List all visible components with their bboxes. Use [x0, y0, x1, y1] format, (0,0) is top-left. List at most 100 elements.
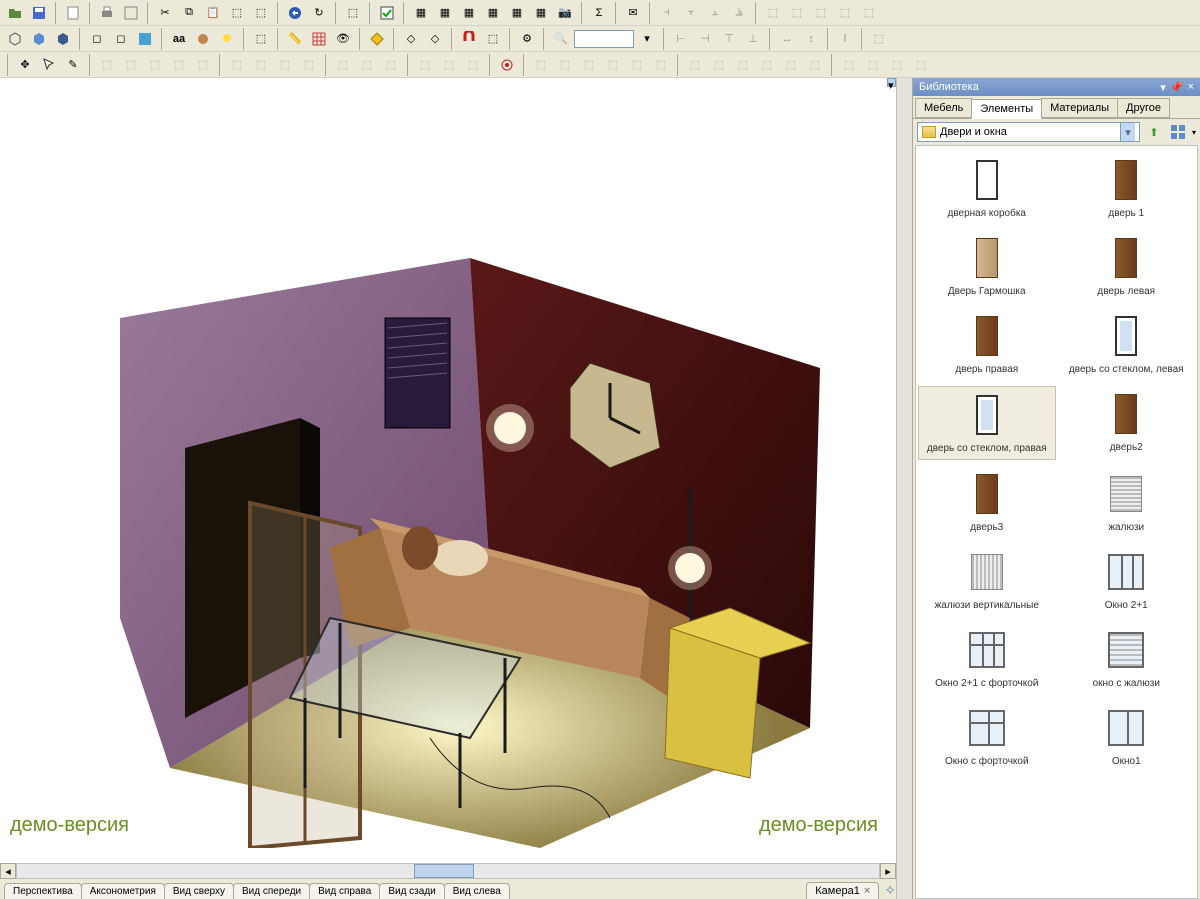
add-tab-icon[interactable]: ✧	[884, 882, 896, 899]
grid-icon[interactable]	[308, 28, 330, 50]
tool-icon[interactable]: ⬚	[298, 54, 320, 76]
up-folder-icon[interactable]: ⬆	[1144, 122, 1164, 142]
sphere-icon[interactable]	[192, 28, 214, 50]
tool-icon[interactable]: ⬚	[684, 54, 706, 76]
redo-icon[interactable]: ↻	[308, 2, 330, 24]
target-icon[interactable]	[496, 54, 518, 76]
magnet-icon[interactable]	[458, 28, 480, 50]
window-icon[interactable]: ▦	[530, 2, 552, 24]
library-item[interactable]: Окно 2+1	[1058, 544, 1196, 616]
tool-icon[interactable]: ⬚	[602, 54, 624, 76]
tool-icon[interactable]: ⬚	[530, 54, 552, 76]
view-tab[interactable]: Вид справа	[309, 883, 380, 899]
snap-icon[interactable]: ◇	[400, 28, 422, 50]
tool-icon[interactable]: ⬚	[756, 54, 778, 76]
ruler-icon[interactable]: 📏	[284, 28, 306, 50]
window-icon[interactable]: ▦	[506, 2, 528, 24]
tool-icon[interactable]: ⬚	[438, 54, 460, 76]
viewport-hscroll[interactable]: ◂ ▸	[0, 863, 896, 879]
tool-icon[interactable]: ⬚	[838, 54, 860, 76]
window-icon[interactable]: ▦	[410, 2, 432, 24]
dim-icon[interactable]: ⊥	[742, 28, 764, 50]
dim-icon[interactable]: ⬚	[868, 28, 890, 50]
dim-icon[interactable]: ↔	[776, 28, 798, 50]
dim-icon[interactable]: ⊢	[670, 28, 692, 50]
view-tab[interactable]: Вид спереди	[233, 883, 310, 899]
camera-tab[interactable]: Камера1 ×	[806, 882, 879, 899]
dim-icon[interactable]: ⊣	[694, 28, 716, 50]
chevron-down-icon[interactable]: ▾	[1120, 123, 1135, 141]
window-icon[interactable]: ▦	[482, 2, 504, 24]
cube-icon[interactable]	[4, 28, 26, 50]
tool-icon[interactable]: ⬚	[886, 54, 908, 76]
tool-icon[interactable]: ⬚	[342, 2, 364, 24]
tool-icon[interactable]: ⬚	[120, 54, 142, 76]
tool-icon[interactable]: ⬚	[356, 54, 378, 76]
library-item[interactable]: дверь со стеклом, правая	[918, 386, 1056, 460]
tool-icon[interactable]: ⬚	[250, 2, 272, 24]
view-tab[interactable]: Вид сзади	[379, 883, 444, 899]
view-tab[interactable]: Вид сверху	[164, 883, 234, 899]
cube-dark-icon[interactable]	[52, 28, 74, 50]
library-item[interactable]: дверь3	[918, 466, 1056, 538]
tool-icon[interactable]: ⬚	[804, 54, 826, 76]
tool-icon[interactable]: ⬚	[554, 54, 576, 76]
wire-icon[interactable]: ◻	[86, 28, 108, 50]
check-icon[interactable]	[376, 2, 398, 24]
library-item[interactable]: Дверь Гармошка	[918, 230, 1056, 302]
tool-icon[interactable]: ⬚	[578, 54, 600, 76]
zoom-input[interactable]	[574, 30, 634, 48]
view-tab[interactable]: Перспектива	[4, 883, 82, 899]
library-item[interactable]: жалюзи вертикальные	[918, 544, 1056, 616]
light-icon[interactable]	[216, 28, 238, 50]
copy-icon[interactable]: ⧉	[178, 2, 200, 24]
eye-icon[interactable]: 👁	[332, 28, 354, 50]
tool-icon[interactable]: ⬚	[626, 54, 648, 76]
zoom-icon[interactable]: 🔍	[550, 28, 572, 50]
panel-tab[interactable]: Материалы	[1041, 98, 1118, 118]
tool-icon[interactable]: ⬚	[274, 54, 296, 76]
page-icon[interactable]	[62, 2, 84, 24]
library-item[interactable]: дверь2	[1058, 386, 1196, 460]
panel-tab[interactable]: Другое	[1117, 98, 1170, 118]
tool-icon[interactable]: ⬚	[650, 54, 672, 76]
wire-icon[interactable]: ◻	[110, 28, 132, 50]
align-icon[interactable]: ⫠	[704, 2, 726, 24]
dropdown-icon[interactable]: ▾	[636, 28, 658, 50]
tool-icon[interactable]: ⬚	[250, 54, 272, 76]
tab-close-icon[interactable]: ×	[864, 885, 870, 897]
view-mode-icon[interactable]	[1168, 122, 1188, 142]
mail-icon[interactable]: ✉	[622, 2, 644, 24]
viewport-handle-icon[interactable]: ▾	[887, 78, 896, 87]
align-icon[interactable]: ⬚	[834, 2, 856, 24]
tool-icon[interactable]: ⬚	[332, 54, 354, 76]
cut-icon[interactable]: ✂	[154, 2, 176, 24]
align-icon[interactable]: ⫞	[656, 2, 678, 24]
library-item[interactable]: жалюзи	[1058, 466, 1196, 538]
print-icon[interactable]	[96, 2, 118, 24]
dim-icon[interactable]: ↕	[800, 28, 822, 50]
library-item[interactable]: дверь правая	[918, 308, 1056, 380]
tool-icon[interactable]: ⬚	[414, 54, 436, 76]
viewport-3d[interactable]: ▾	[0, 78, 896, 863]
scroll-left-icon[interactable]: ◂	[0, 863, 16, 879]
library-item[interactable]: дверь со стеклом, левая	[1058, 308, 1196, 380]
text-icon[interactable]: aa	[168, 28, 190, 50]
tool-icon[interactable]: ⬚	[462, 54, 484, 76]
align-icon[interactable]: ⬚	[810, 2, 832, 24]
tool-icon[interactable]: ⬚	[732, 54, 754, 76]
tool-icon[interactable]: ⬚	[226, 54, 248, 76]
library-item[interactable]: дверь 1	[1058, 152, 1196, 224]
open-icon[interactable]	[4, 2, 26, 24]
library-item[interactable]: дверная коробка	[918, 152, 1056, 224]
view-tab[interactable]: Вид слева	[444, 883, 510, 899]
library-item[interactable]: Окно с форточкой	[918, 700, 1056, 772]
dim-icon[interactable]: Ⅰ	[834, 28, 856, 50]
save-icon[interactable]	[28, 2, 50, 24]
scroll-track[interactable]	[16, 863, 880, 879]
window-icon[interactable]: ▦	[434, 2, 456, 24]
library-item[interactable]: Окно 2+1 с форточкой	[918, 622, 1056, 694]
undo-icon[interactable]	[284, 2, 306, 24]
camera-icon[interactable]: 📷	[554, 2, 576, 24]
diamond-icon[interactable]	[366, 28, 388, 50]
